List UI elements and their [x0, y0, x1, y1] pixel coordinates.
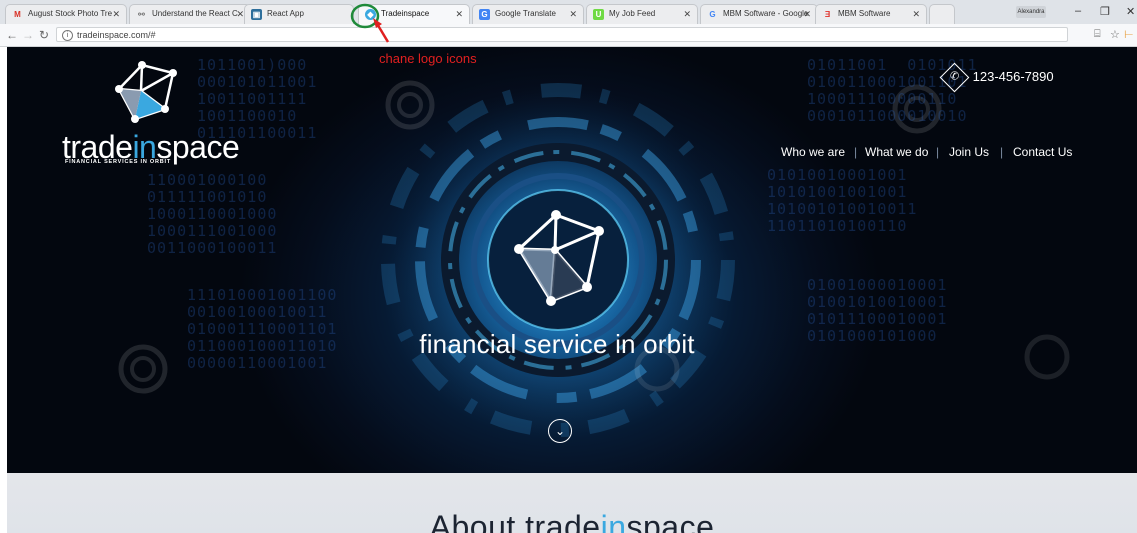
tab-title: My Job Feed: [609, 9, 656, 18]
about-section: About tradeinspace: [7, 473, 1137, 533]
tab-title: Understand the React C: [152, 9, 238, 18]
tab-gmail[interactable]: M August Stock Photo Tre ✕: [5, 4, 127, 24]
upwork-icon: U: [593, 9, 604, 20]
info-icon[interactable]: i: [62, 30, 73, 41]
google-icon: G: [709, 10, 716, 19]
close-tab-icon[interactable]: ✕: [803, 5, 811, 23]
tab-react-article[interactable]: ⚯ Understand the React C ✕: [129, 4, 251, 24]
binary-pattern: 01010010001001 10101001001001 1010010100…: [767, 166, 918, 235]
brand-tagline: FINANCIAL SERVICES IN ORBIT: [65, 159, 172, 165]
phone-number: 123-456-7890: [972, 68, 1054, 84]
scroll-down-button[interactable]: ⌄: [548, 419, 572, 443]
close-window-icon[interactable]: ✕: [1126, 5, 1135, 18]
close-tab-icon[interactable]: ✕: [569, 5, 577, 23]
close-tab-icon[interactable]: ✕: [236, 5, 244, 23]
annotation-circle: [350, 3, 380, 29]
back-icon[interactable]: ←: [6, 28, 18, 42]
nav-divider: |: [1000, 145, 1004, 159]
nav-divider: |: [854, 145, 858, 159]
address-bar: ← → ↻ i tradeinspace.com/# ⌸ ☆ ⊢: [0, 24, 1137, 47]
close-tab-icon[interactable]: ✕: [455, 5, 463, 23]
nav-what-we-do[interactable]: What we do: [865, 145, 928, 159]
reload-icon[interactable]: ↻: [39, 28, 49, 42]
new-tab-button[interactable]: [929, 4, 955, 24]
forward-icon[interactable]: →: [22, 28, 34, 42]
tab-google-translate[interactable]: G Google Translate ✕: [472, 4, 584, 24]
tab-title: August Stock Photo Tre: [28, 9, 113, 18]
nav-contact-us[interactable]: Contact Us: [1013, 145, 1072, 159]
nav-divider: |: [936, 145, 940, 159]
chevron-down-icon: ⌄: [554, 424, 566, 438]
close-tab-icon[interactable]: ✕: [683, 5, 691, 23]
hero-title: financial service in orbit: [419, 329, 695, 359]
tab-job-feed[interactable]: U My Job Feed ✕: [586, 4, 698, 24]
tab-title: MBM Software: [838, 9, 891, 18]
link-icon: ⚯: [138, 10, 145, 19]
about-title-suffix: space: [626, 509, 715, 533]
mbm-icon: Ǝ: [824, 10, 831, 19]
tab-title: MBM Software - Google: [723, 9, 809, 18]
binary-pattern: 110001000100 011111001010 1000110001000 …: [147, 171, 278, 257]
nav-who-we-are[interactable]: Who we are: [781, 145, 845, 159]
about-title-highlight: in: [600, 509, 627, 533]
react-app-icon: ▣: [251, 9, 262, 20]
minimize-icon[interactable]: –: [1075, 5, 1081, 17]
close-tab-icon[interactable]: ✕: [112, 5, 120, 23]
translate-page-icon[interactable]: ⌸: [1094, 28, 1101, 41]
nav-join-us[interactable]: Join Us: [949, 145, 989, 159]
annotation-text: chane logo icons: [379, 51, 477, 66]
tab-title: Google Translate: [495, 9, 556, 18]
url-text: tradeinspace.com/#: [77, 30, 156, 40]
hero-section: 1011001)000 000101011001 10011001111 100…: [7, 47, 1137, 473]
gmail-icon: M: [14, 10, 21, 19]
phone-icon: ✆: [939, 62, 970, 93]
restore-icon[interactable]: ❐: [1100, 5, 1110, 18]
translate-icon: G: [479, 9, 490, 20]
phone-contact[interactable]: ✆ 123-456-7890: [939, 62, 1054, 93]
close-tab-icon[interactable]: ✕: [912, 5, 920, 23]
tab-mbm-software[interactable]: Ǝ MBM Software ✕: [815, 4, 927, 24]
bookmark-star-icon[interactable]: ☆: [1110, 28, 1120, 41]
profile-button[interactable]: Alexandra: [1016, 6, 1046, 18]
extension-icon[interactable]: ⊢: [1124, 28, 1134, 41]
about-title-prefix: About trade: [429, 509, 601, 533]
url-input[interactable]: i tradeinspace.com/#: [56, 27, 1068, 42]
tab-react-app[interactable]: ▣ React App: [244, 4, 354, 24]
tab-title: React App: [267, 9, 304, 18]
browser-tab-bar: M August Stock Photo Tre ✕ ⚯ Understand …: [0, 0, 1137, 25]
tab-mbm-google[interactable]: G MBM Software - Google ✕: [700, 4, 818, 24]
about-title: About tradeinspace: [7, 509, 1137, 533]
